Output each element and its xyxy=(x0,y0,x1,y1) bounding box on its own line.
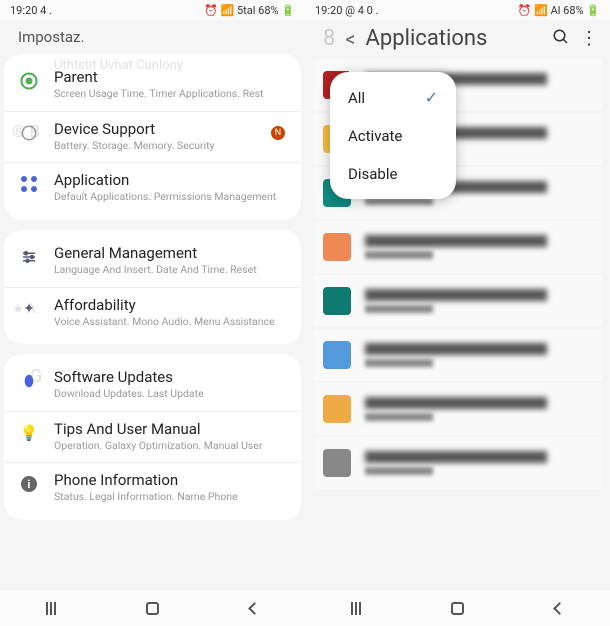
setting-subtitle: Default Applications. Permissions Manage… xyxy=(54,190,287,204)
settings-group-3: G ⬮ Software Updates Download Updates. L… xyxy=(4,354,301,520)
status-bar: 19:20 4 . ⏰ 📶 5tal 68% 🔋 xyxy=(0,0,305,20)
app-name xyxy=(365,451,547,463)
app-name xyxy=(365,289,547,301)
filter-all[interactable]: All ✓ xyxy=(330,78,456,117)
more-icon[interactable]: ⋮ xyxy=(580,34,598,43)
nav-home[interactable] xyxy=(437,596,477,620)
nav-bar xyxy=(0,590,305,626)
setting-title: General Management xyxy=(54,244,287,262)
setting-tips[interactable]: 💡 Tips And User Manual Operation. Galaxy… xyxy=(4,411,301,463)
notification-badge: N xyxy=(271,126,285,140)
setting-general-management[interactable]: General Management Language And Insert. … xyxy=(4,236,301,287)
setting-subtitle: Status. Legal Information. Name Phone xyxy=(54,490,287,504)
setting-subtitle: Screen Usage Time. Timer Applications. R… xyxy=(54,87,287,101)
nav-back[interactable] xyxy=(234,596,274,620)
status-time: 19:20 @ 4 0 . xyxy=(315,4,378,17)
app-icon xyxy=(323,233,351,261)
settings-list[interactable]: Uthtstit Uvhat Cunlony Parent Screen Usa… xyxy=(0,50,305,590)
app-row[interactable] xyxy=(313,329,602,381)
app-name xyxy=(365,343,547,355)
status-icons: ⏰ 📶 5tal 68% 🔋 xyxy=(204,4,295,17)
filter-activate[interactable]: Activate xyxy=(330,117,456,155)
nav-recent[interactable] xyxy=(336,596,376,620)
apps-header: 8 < Applications ⋮ xyxy=(305,20,610,59)
settings-header: Impostaz. xyxy=(0,20,305,50)
app-size xyxy=(365,305,433,313)
back-button[interactable]: < xyxy=(345,27,355,51)
page-title: Applications xyxy=(366,26,542,51)
nav-bar xyxy=(305,590,610,626)
setting-phone-info[interactable]: i Phone Information Status. Legal Inform… xyxy=(4,462,301,514)
setting-parent[interactable]: Uthtstit Uvhat Cunlony Parent Screen Usa… xyxy=(4,60,301,111)
app-row[interactable] xyxy=(313,437,602,489)
settings-group-1: Uthtstit Uvhat Cunlony Parent Screen Usa… xyxy=(4,54,301,220)
setting-subtitle: Operation. Galaxy Optimization. Manual U… xyxy=(54,439,287,453)
app-name xyxy=(365,397,547,409)
app-size xyxy=(365,413,433,421)
app-icon xyxy=(323,287,351,315)
device-icon xyxy=(18,122,40,144)
app-name xyxy=(365,235,547,247)
app-icon xyxy=(323,341,351,369)
setting-title: Phone Information xyxy=(54,471,287,489)
sliders-icon xyxy=(18,246,40,268)
setting-title: Software Updates xyxy=(54,368,287,386)
search-icon[interactable] xyxy=(552,28,570,50)
setting-title: Parent xyxy=(54,68,287,86)
setting-subtitle: Language And Insert. Date And Time. Rese… xyxy=(54,263,287,277)
status-bar: 19:20 @ 4 0 . ⏰ 📶 Al 68% 🔋 xyxy=(305,0,610,20)
filter-dropdown: All ✓ Activate Disable xyxy=(330,72,456,199)
app-row[interactable] xyxy=(313,275,602,327)
app-size xyxy=(365,251,433,259)
app-icon xyxy=(323,449,351,477)
status-icons: ⏰ 📶 Al 68% 🔋 xyxy=(518,4,600,17)
nav-back[interactable] xyxy=(539,596,579,620)
setting-title: Tips And User Manual xyxy=(54,420,287,438)
setting-subtitle: Voice Assistant. Mono Audio. Menu Assist… xyxy=(54,315,287,329)
setting-subtitle: Download Updates. Last Update xyxy=(54,387,287,401)
bulb-icon: 💡 xyxy=(18,422,40,444)
check-icon: ✓ xyxy=(425,88,438,107)
parent-icon xyxy=(18,70,40,92)
app-row[interactable] xyxy=(313,383,602,435)
apps-icon xyxy=(18,173,40,195)
setting-subtitle: Battery. Storage. Memory. Security xyxy=(54,139,287,153)
setting-title: Application xyxy=(54,171,287,189)
setting-affordability[interactable]: ★ A ✦ Affordability Voice Assistant. Mon… xyxy=(4,287,301,339)
setting-software-updates[interactable]: G ⬮ Software Updates Download Updates. L… xyxy=(4,360,301,411)
settings-group-2: General Management Language And Insert. … xyxy=(4,230,301,344)
setting-application[interactable]: Application Default Applications. Permis… xyxy=(4,162,301,214)
app-size xyxy=(365,467,433,475)
nav-home[interactable] xyxy=(132,596,172,620)
settings-screen: 19:20 4 . ⏰ 📶 5tal 68% 🔋 Impostaz. Uthts… xyxy=(0,0,305,626)
setting-title: Affordability xyxy=(54,296,287,314)
filter-disable[interactable]: Disable xyxy=(330,155,456,193)
app-icon xyxy=(323,395,351,423)
app-row[interactable] xyxy=(313,221,602,273)
setting-device-support[interactable]: ® B Device Support Battery. Storage. Mem… xyxy=(4,111,301,163)
setting-title: Device Support xyxy=(54,120,287,138)
app-size xyxy=(365,359,433,367)
accessibility-icon: ✦ xyxy=(18,298,40,320)
nav-recent[interactable] xyxy=(31,596,71,620)
update-icon: ⬮ xyxy=(18,370,40,392)
status-time: 19:20 4 . xyxy=(10,4,52,17)
info-icon: i xyxy=(18,473,40,495)
